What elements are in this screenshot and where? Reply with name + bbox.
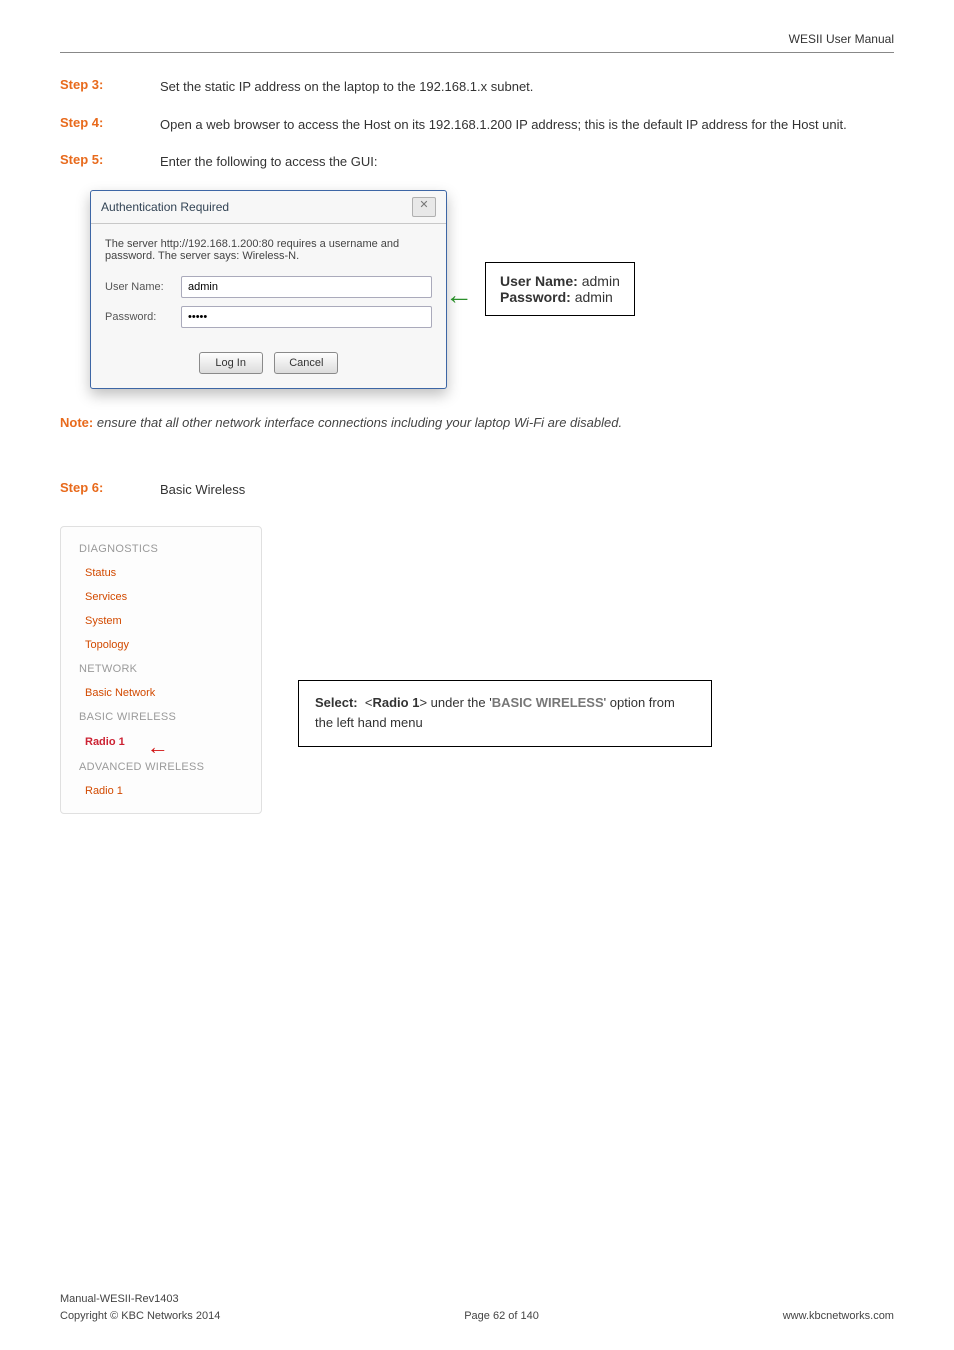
menu-head-basic-wireless: BASIC WIRELESS [61,705,261,729]
arrow-left-icon: ← [445,279,473,311]
cred-pw-value: admin [575,289,613,305]
note-prefix: Note: [60,415,93,430]
menu-item-topology[interactable]: Topology [61,633,261,657]
step-3-text: Set the static IP address on the laptop … [160,77,894,97]
menu-item-adv-radio-1[interactable]: Radio 1 [61,779,261,803]
password-input[interactable] [181,306,432,328]
step-3-label: Step 3: [60,77,160,97]
footer-url: www.kbcnetworks.com [783,1308,894,1325]
menu-item-system[interactable]: System [61,609,261,633]
header-divider [60,52,894,53]
cred-pw-label: Password: [500,289,571,305]
footer-page-number: Page 62 of 140 [464,1308,539,1325]
cancel-button[interactable]: Cancel [274,352,338,374]
menu-head-network: NETWORK [61,657,261,681]
select-basic-wireless-kw: BASIC WIRELESS [492,695,604,710]
auth-dialog-title: Authentication Required [101,200,229,214]
select-instruction-box: Select: <Radio 1> under the 'BASIC WIREL… [298,680,712,748]
doc-header-title: WESII User Manual [60,32,894,52]
footer-copyright: Copyright © KBC Networks 2014 [60,1308,220,1325]
step-5-row: Step 5: Enter the following to access th… [60,152,894,172]
step-4-label: Step 4: [60,115,160,135]
step-6-text: Basic Wireless [160,480,894,500]
menu-head-diagnostics: DIAGNOSTICS [61,537,261,561]
step-6-row: Step 6: Basic Wireless [60,480,894,500]
menu-item-status[interactable]: Status [61,561,261,585]
step-5-text: Enter the following to access the GUI: [160,152,894,172]
note-block: Note: ensure that all other network inte… [60,413,894,433]
username-label: User Name: [105,281,181,293]
footer-manual-rev: Manual-WESII-Rev1403 [60,1291,220,1308]
username-input[interactable] [181,276,432,298]
left-nav-menu: DIAGNOSTICS Status Services System Topol… [60,526,262,814]
cred-user-value: admin [582,273,620,289]
cred-user-label: User Name: [500,273,578,289]
credentials-box: User Name: admin Password: admin [485,262,635,316]
arrow-left-icon: ← [147,734,169,760]
auth-dialog-message: The server http://192.168.1.200:80 requi… [105,238,432,262]
step-4-text: Open a web browser to access the Host on… [160,115,894,135]
login-button[interactable]: Log In [199,352,263,374]
select-radio-ref: Radio 1 [372,695,419,710]
auth-dialog: Authentication Required ✕ The server htt… [90,190,447,389]
menu-item-basic-network[interactable]: Basic Network [61,681,261,705]
note-text: ensure that all other network interface … [97,415,622,430]
step-3-row: Step 3: Set the static IP address on the… [60,77,894,97]
step-5-label: Step 5: [60,152,160,172]
menu-item-radio-1[interactable]: Radio 1 [61,730,149,754]
step-6-label: Step 6: [60,480,160,500]
page-footer: Manual-WESII-Rev1403 Copyright © KBC Net… [60,1291,894,1324]
step-4-row: Step 4: Open a web browser to access the… [60,115,894,135]
select-label: Select: [315,695,358,710]
close-icon[interactable]: ✕ [412,197,436,217]
menu-item-services[interactable]: Services [61,585,261,609]
password-label: Password: [105,311,181,323]
select-under-text: under the ' [431,695,492,710]
